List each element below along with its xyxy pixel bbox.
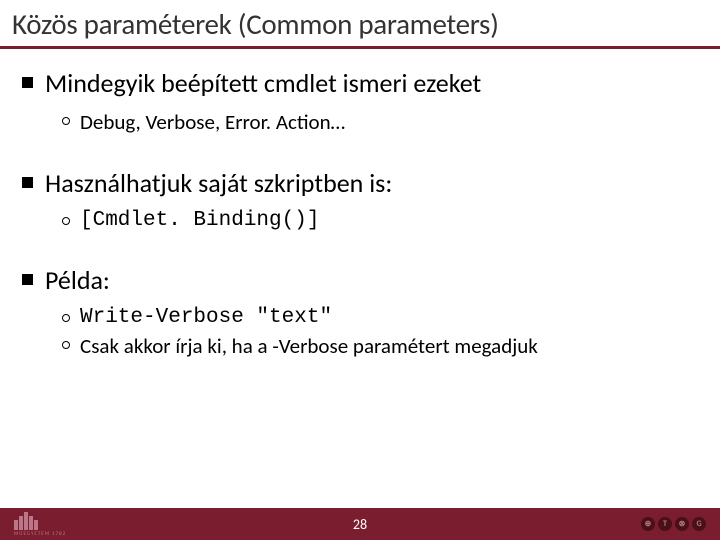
sub-bullet-list: [Cmdlet. Binding()] xyxy=(62,209,698,232)
square-bullet-icon xyxy=(22,177,33,188)
bullet-item: Példa: Write-Verbose "text" Csak akkor írj… xyxy=(22,264,698,359)
university-label: MŰEGYETEM 1782 xyxy=(14,531,66,537)
sub-bullet-text: Write-Verbose "text" xyxy=(80,306,332,329)
sub-bullet-text: [Cmdlet. Binding()] xyxy=(80,209,319,232)
circle-bullet-icon xyxy=(62,314,70,322)
sub-bullet-item: Debug, Verbose, Error. Action… xyxy=(62,109,698,135)
bullet-text: Példa: xyxy=(45,264,110,296)
square-bullet-icon xyxy=(22,274,33,285)
circle-bullet-icon xyxy=(62,341,70,349)
sub-bullet-item: Write-Verbose "text" xyxy=(62,306,698,329)
capsule-icon: ⊕ xyxy=(641,517,655,531)
sub-bullet-item: [Cmdlet. Binding()] xyxy=(62,209,698,232)
title-bar: Közös paraméterek (Common parameters) xyxy=(0,0,720,49)
bullet-item: Használhatjuk saját szkriptben is: [Cmdle… xyxy=(22,167,698,232)
footer-logo-left: MŰEGYETEM 1782 xyxy=(14,512,66,537)
capsule-icon: G xyxy=(692,517,706,531)
sub-bullet-list: Write-Verbose "text" Csak akkor írja ki, … xyxy=(62,306,698,359)
page-number: 28 xyxy=(353,516,367,533)
bullet-list: Mindegyik beépített cmdlet ismeri ezeket… xyxy=(22,67,698,359)
capsule-icon: T xyxy=(658,517,672,531)
square-bullet-icon xyxy=(22,77,33,88)
content-area: Mindegyik beépített cmdlet ismeri ezeket… xyxy=(0,49,720,508)
circle-bullet-icon xyxy=(62,117,70,125)
sub-bullet-text: Csak akkor írja ki, ha a -Verbose paramé… xyxy=(80,333,538,359)
footer-logo-right: ⊕ T ⊗ G xyxy=(641,517,706,531)
bullet-text: Mindegyik beépített cmdlet ismeri ezeket xyxy=(45,67,481,99)
sub-bullet-item: Csak akkor írja ki, ha a -Verbose paramé… xyxy=(62,333,698,359)
capsule-icon: ⊗ xyxy=(675,517,689,531)
bullet-text: Használhatjuk saját szkriptben is: xyxy=(45,167,392,199)
circle-bullet-icon xyxy=(62,217,70,225)
sub-bullet-list: Debug, Verbose, Error. Action… xyxy=(62,109,698,135)
slide-title: Közös paraméterek (Common parameters) xyxy=(12,6,708,42)
bullet-item: Mindegyik beépített cmdlet ismeri ezeket… xyxy=(22,67,698,135)
sub-bullet-text: Debug, Verbose, Error. Action… xyxy=(80,109,345,135)
slide: Közös paraméterek (Common parameters) Mi… xyxy=(0,0,720,540)
footer-bar: MŰEGYETEM 1782 28 ⊕ T ⊗ G xyxy=(0,508,720,540)
building-icon: MŰEGYETEM 1782 xyxy=(14,512,66,537)
